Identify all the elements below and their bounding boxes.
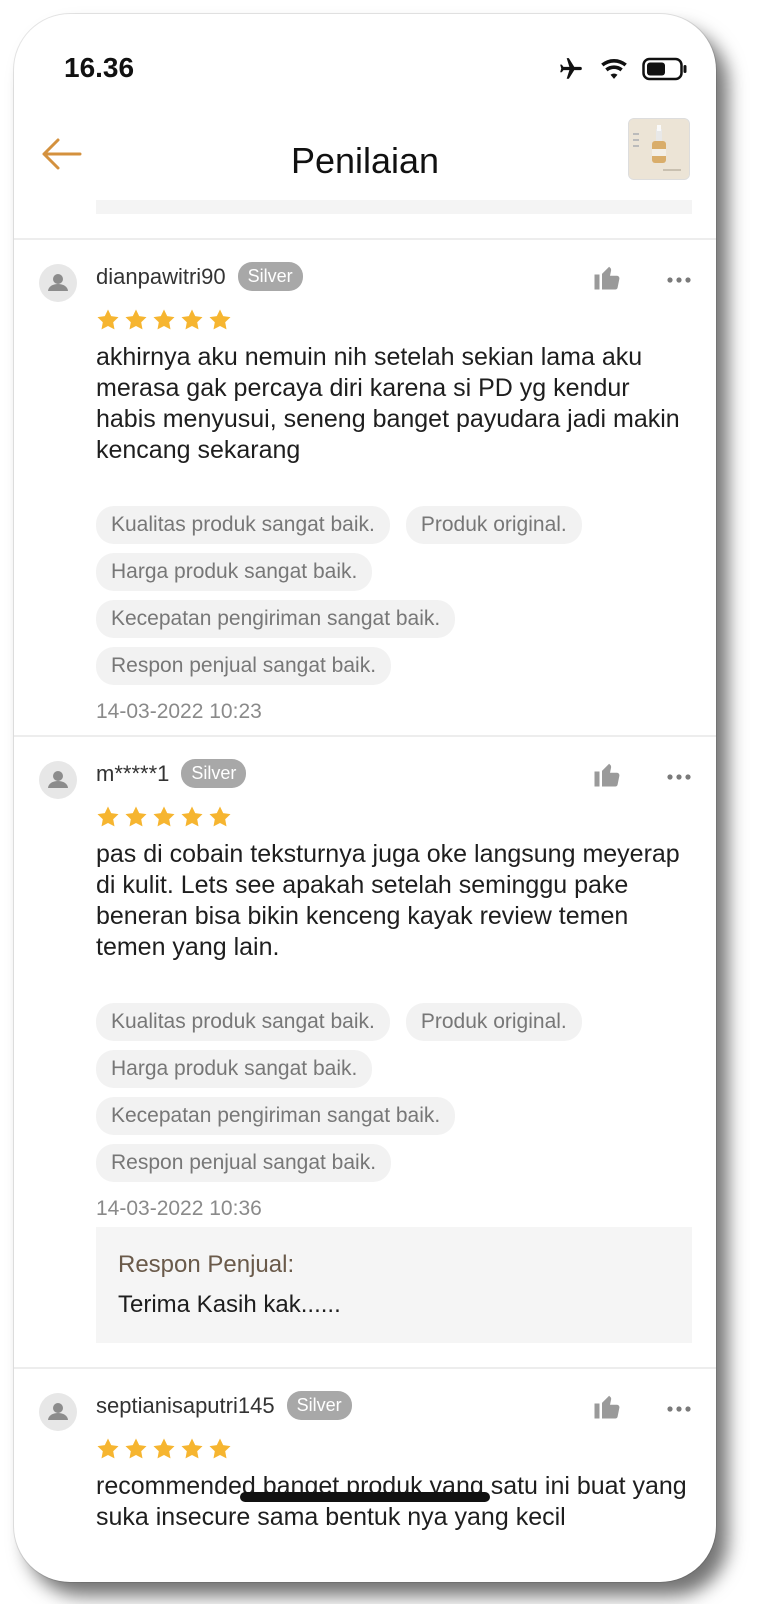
review-tag: Respon penjual sangat baik. xyxy=(96,647,392,685)
review-tag: Produk original. xyxy=(405,506,582,544)
like-button[interactable] xyxy=(592,262,622,292)
review-date: 14-03-2022 10:23 xyxy=(96,700,262,723)
review-username: m*****1 Silver xyxy=(96,759,247,788)
member-badge: Silver xyxy=(237,262,303,291)
review-tags: Kualitas produk sangat baik. Produk orig… xyxy=(96,506,696,685)
review-tag: Kecepatan pengiriman sangat baik. xyxy=(96,600,456,638)
home-indicator[interactable] xyxy=(240,1492,490,1502)
wifi-icon xyxy=(601,58,627,79)
star-icon xyxy=(181,806,203,827)
star-icon xyxy=(153,806,175,827)
username-text: dianpawitri90 xyxy=(96,264,226,289)
review-tag: Harga produk sangat baik. xyxy=(96,553,373,591)
more-options-button[interactable] xyxy=(666,1401,692,1412)
previous-review-remnant xyxy=(96,200,692,214)
avatar[interactable] xyxy=(39,264,77,302)
star-icon xyxy=(181,1438,203,1459)
seller-response-text: Terima Kasih kak...... xyxy=(118,1291,341,1318)
product-image-icon xyxy=(629,119,689,179)
avatar[interactable] xyxy=(39,1393,77,1431)
review-text: pas di cobain teksturnya juga oke langsu… xyxy=(96,840,680,961)
member-badge: Silver xyxy=(181,759,247,788)
star-icon xyxy=(153,309,175,330)
product-thumbnail[interactable] xyxy=(628,118,690,180)
review-tag: Produk original. xyxy=(405,1003,582,1041)
star-rating xyxy=(96,1437,232,1461)
phone-frame: 16.36 Penilaian dianpawitri90 Silver akh… xyxy=(14,14,716,1582)
thumbs-up-icon xyxy=(594,266,620,290)
star-icon xyxy=(125,806,147,827)
review-item: dianpawitri90 Silver akhirnya aku nemuin … xyxy=(14,238,716,736)
review-tags: Kualitas produk sangat baik. Produk orig… xyxy=(96,1003,696,1182)
more-icon xyxy=(667,774,691,780)
username-text: septianisaputri145 xyxy=(96,1393,275,1418)
star-icon xyxy=(125,1438,147,1459)
more-options-button[interactable] xyxy=(666,769,692,780)
avatar[interactable] xyxy=(39,761,77,799)
thumbs-up-icon xyxy=(594,763,620,787)
airplane-icon xyxy=(560,58,582,79)
star-icon xyxy=(125,309,147,330)
review-username: septianisaputri145 Silver xyxy=(96,1391,352,1420)
more-options-button[interactable] xyxy=(666,272,692,283)
more-icon xyxy=(667,1406,691,1412)
review-username: dianpawitri90 Silver xyxy=(96,262,303,291)
review-tag: Kualitas produk sangat baik. xyxy=(96,1003,390,1041)
star-rating xyxy=(96,308,232,332)
review-item: m*****1 Silver pas di cobain teksturnya j… xyxy=(14,735,716,1367)
star-icon xyxy=(209,806,231,827)
seller-response: Respon Penjual: Terima Kasih kak...... xyxy=(96,1227,692,1343)
star-rating xyxy=(96,805,232,829)
like-button[interactable] xyxy=(592,1391,622,1421)
avatar-icon xyxy=(48,1403,68,1420)
review-tag: Harga produk sangat baik. xyxy=(96,1050,373,1088)
member-badge: Silver xyxy=(286,1391,352,1420)
star-icon xyxy=(181,309,203,330)
star-icon xyxy=(209,1438,231,1459)
review-tag: Respon penjual sangat baik. xyxy=(96,1144,392,1182)
seller-response-label: Respon Penjual: xyxy=(118,1251,295,1278)
more-icon xyxy=(667,277,691,283)
review-text: akhirnya aku nemuin nih setelah sekian l… xyxy=(96,343,680,464)
star-icon xyxy=(97,309,119,330)
star-icon xyxy=(97,806,119,827)
like-button[interactable] xyxy=(592,759,622,789)
thumbs-up-icon xyxy=(594,1395,620,1419)
star-icon xyxy=(153,1438,175,1459)
star-icon xyxy=(97,1438,119,1459)
review-date: 14-03-2022 10:36 xyxy=(96,1197,262,1220)
status-bar: 16.36 xyxy=(14,14,716,100)
status-icons xyxy=(556,56,688,82)
avatar-icon xyxy=(48,274,68,291)
avatar-icon xyxy=(48,771,68,788)
header-bar: Penilaian xyxy=(14,114,716,206)
review-tag: Kualitas produk sangat baik. xyxy=(96,506,390,544)
review-tag: Kecepatan pengiriman sangat baik. xyxy=(96,1097,456,1135)
status-time: 16.36 xyxy=(64,52,135,83)
battery-icon xyxy=(642,57,687,81)
username-text: m*****1 xyxy=(96,761,170,786)
review-item: septianisaputri145 Silver recommended ban… xyxy=(14,1367,716,1582)
page-title: Penilaian xyxy=(290,140,440,181)
star-icon xyxy=(209,309,231,330)
review-text: recommended banget produk yang satu ini … xyxy=(96,1472,687,1531)
